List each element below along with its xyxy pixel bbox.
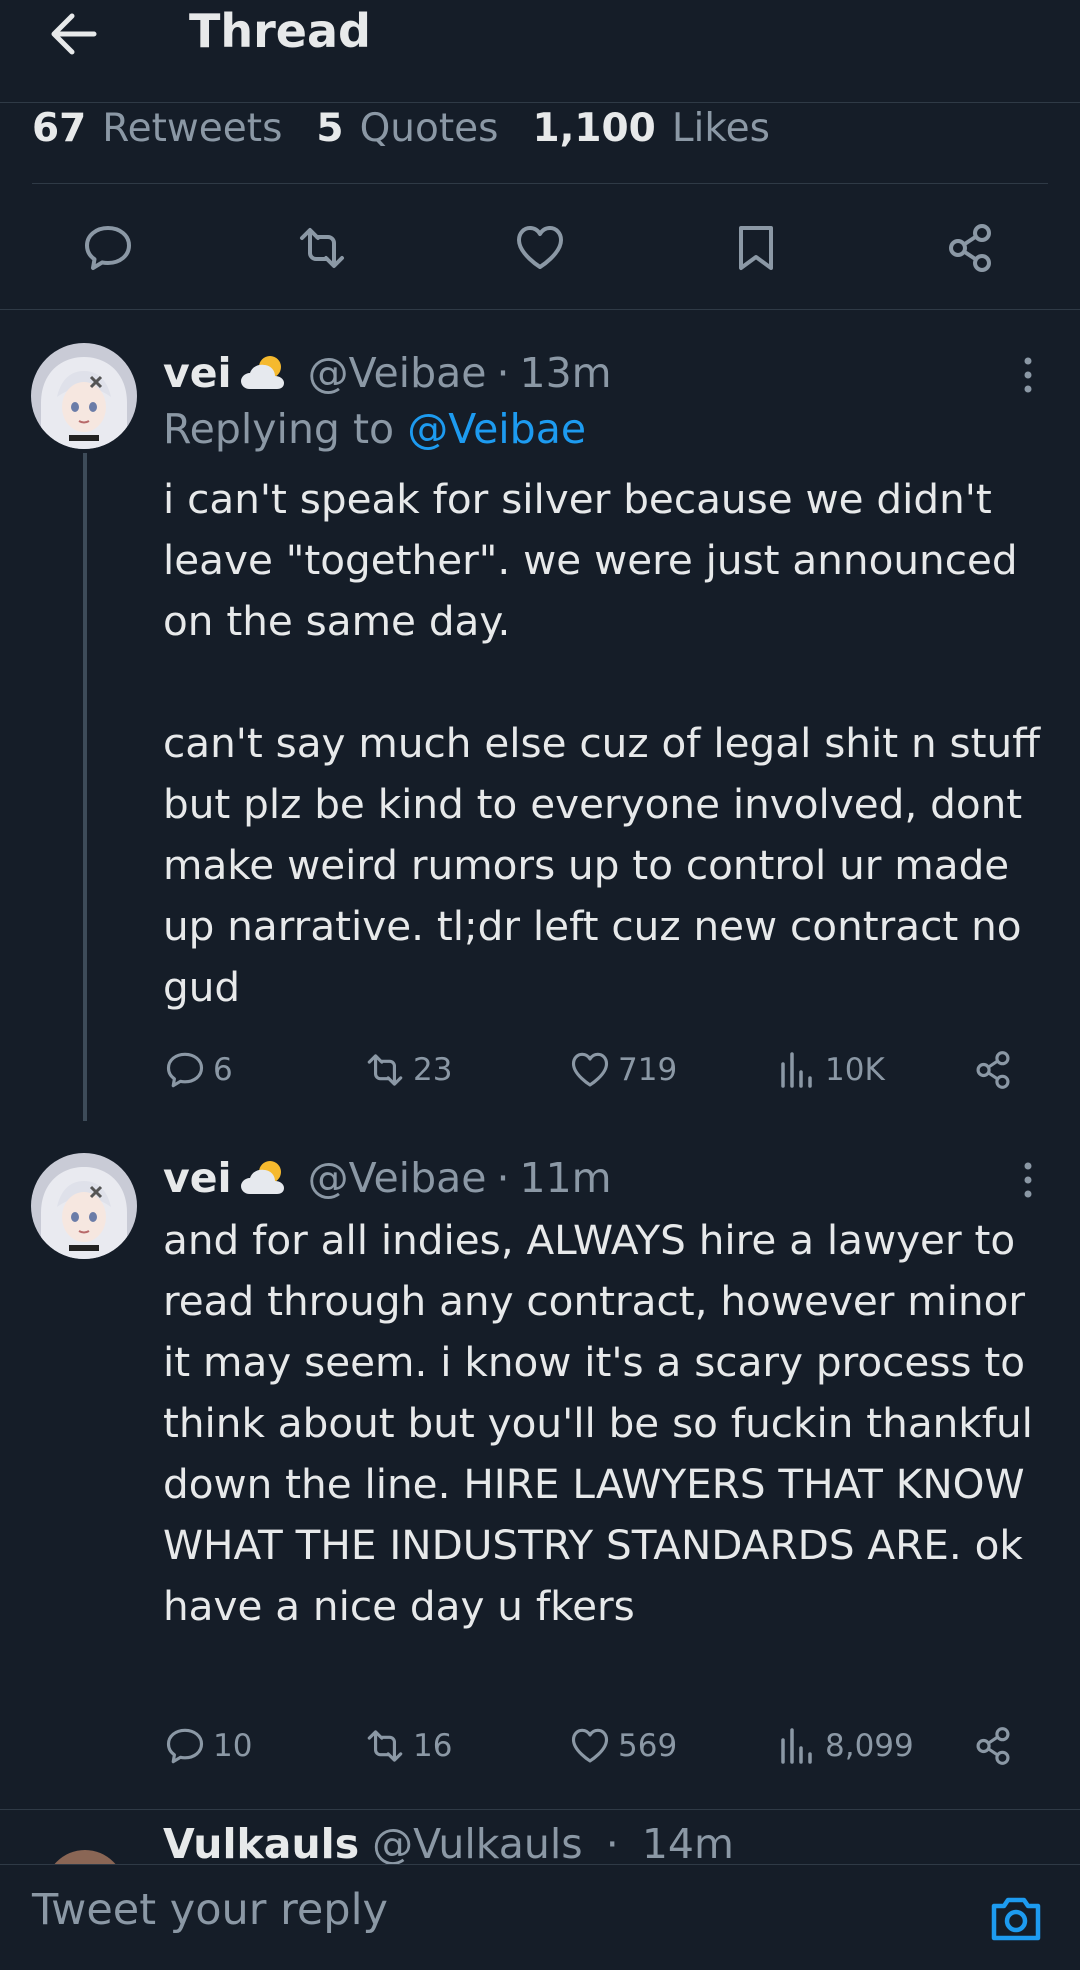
- retweets-label: Retweets: [102, 105, 283, 151]
- tweet-header: vei @Veibae · 13m: [163, 345, 612, 401]
- tweet-actions: 10 16 569 8,099: [163, 1721, 1043, 1771]
- separator: ·: [605, 1820, 619, 1864]
- like-count: 569: [618, 1728, 678, 1764]
- reply-button[interactable]: 10: [163, 1721, 252, 1771]
- more-icon[interactable]: [1010, 1150, 1046, 1210]
- arrow-left-icon[interactable]: [46, 6, 102, 62]
- views-count: 8,099: [825, 1728, 914, 1764]
- top-bar: Thread: [0, 0, 1080, 103]
- reply-count: 10: [213, 1728, 253, 1764]
- tweet-action-bar: [0, 184, 1080, 310]
- views-button[interactable]: 10K: [775, 1045, 885, 1095]
- reply-bar: Tweet your reply: [0, 1864, 1080, 1970]
- reply-icon: [163, 1724, 207, 1768]
- share-icon: [971, 1048, 1015, 1092]
- tweet[interactable]: vei @Veibae · 11m and for all indies, AL…: [0, 1121, 1080, 1809]
- bookmark-icon[interactable]: [728, 220, 784, 276]
- share-icon: [971, 1724, 1015, 1768]
- tweet[interactable]: vei @Veibae · 13m Replying to @Veibae i …: [0, 310, 1080, 1121]
- tweet-paragraph: i can't speak for silver because we didn…: [163, 475, 1018, 645]
- retweet-icon: [363, 1724, 407, 1768]
- sun-behind-cloud-icon: [240, 1158, 298, 1198]
- timestamp[interactable]: 11m: [520, 1154, 612, 1202]
- thread-line: [83, 453, 87, 1121]
- avatar[interactable]: [31, 1153, 137, 1259]
- share-icon[interactable]: [942, 220, 998, 276]
- likes-stat[interactable]: 1,100 Likes: [532, 106, 769, 151]
- like-count: 719: [618, 1052, 678, 1088]
- retweets-stat[interactable]: 67 Retweets: [32, 106, 282, 151]
- separator: ·: [496, 349, 510, 397]
- tweet-header: vei @Veibae · 11m: [163, 1150, 612, 1206]
- tweet-text: i can't speak for silver because we didn…: [163, 469, 1043, 1018]
- camera-icon[interactable]: [988, 1890, 1044, 1946]
- display-name[interactable]: vei: [163, 349, 232, 397]
- engagement-stats: 67 Retweets 5 Quotes 1,100 Likes: [32, 100, 804, 156]
- separator: ·: [496, 1154, 510, 1202]
- quotes-count: 5: [316, 105, 344, 151]
- sun-behind-cloud-icon: [240, 353, 298, 393]
- tweet-paragraph: and for all indies, ALWAYS hire a lawyer…: [163, 1216, 1033, 1630]
- avatar[interactable]: [31, 343, 137, 449]
- retweet-icon: [363, 1048, 407, 1092]
- like-icon: [568, 1724, 612, 1768]
- reply-input[interactable]: Tweet your reply: [32, 1885, 388, 1935]
- display-name[interactable]: Vulkauls: [163, 1820, 359, 1864]
- quotes-stat[interactable]: 5 Quotes: [316, 106, 498, 151]
- retweet-button[interactable]: 23: [363, 1045, 452, 1095]
- retweet-count: 16: [413, 1728, 453, 1764]
- more-icon[interactable]: [1010, 345, 1046, 405]
- handle[interactable]: @Vulkauls: [372, 1820, 583, 1864]
- retweet-icon[interactable]: [294, 220, 350, 276]
- avatar[interactable]: [45, 1850, 125, 1864]
- likes-count: 1,100: [532, 105, 656, 151]
- next-tweet-peek[interactable]: Vulkauls @Vulkauls · 14m: [0, 1810, 1080, 1864]
- tweet-text: and for all indies, ALWAYS hire a lawyer…: [163, 1210, 1043, 1637]
- display-name[interactable]: vei: [163, 1154, 232, 1202]
- reply-button[interactable]: 6: [163, 1045, 233, 1095]
- like-icon: [568, 1048, 612, 1092]
- views-button[interactable]: 8,099: [775, 1721, 914, 1771]
- retweet-button[interactable]: 16: [363, 1721, 452, 1771]
- handle[interactable]: @Veibae: [308, 1154, 487, 1202]
- replying-to: Replying to @Veibae: [163, 405, 586, 453]
- views-icon: [775, 1048, 819, 1092]
- tweet-header: Vulkauls @Vulkauls · 14m: [163, 1820, 734, 1864]
- mention-link[interactable]: @Veibae: [407, 405, 586, 453]
- tweet-actions: 6 23 719 10K: [163, 1045, 1043, 1095]
- like-icon[interactable]: [512, 220, 568, 276]
- reply-icon: [163, 1048, 207, 1092]
- page-title: Thread: [189, 4, 371, 58]
- timestamp[interactable]: 13m: [520, 349, 612, 397]
- handle[interactable]: @Veibae: [308, 349, 487, 397]
- timestamp[interactable]: 14m: [642, 1820, 734, 1864]
- views-count: 10K: [825, 1052, 885, 1088]
- like-button[interactable]: 569: [568, 1721, 677, 1771]
- reply-count: 6: [213, 1052, 233, 1088]
- reply-icon[interactable]: [80, 220, 136, 276]
- retweets-count: 67: [32, 105, 87, 151]
- retweet-count: 23: [413, 1052, 453, 1088]
- share-button[interactable]: [971, 1045, 1021, 1095]
- views-icon: [775, 1724, 819, 1768]
- quotes-label: Quotes: [359, 105, 499, 151]
- share-button[interactable]: [971, 1721, 1021, 1771]
- replying-prefix: Replying to: [163, 405, 395, 453]
- like-button[interactable]: 719: [568, 1045, 677, 1095]
- tweet-paragraph: can't say much else cuz of legal shit n …: [163, 719, 1041, 1011]
- likes-label: Likes: [671, 105, 770, 151]
